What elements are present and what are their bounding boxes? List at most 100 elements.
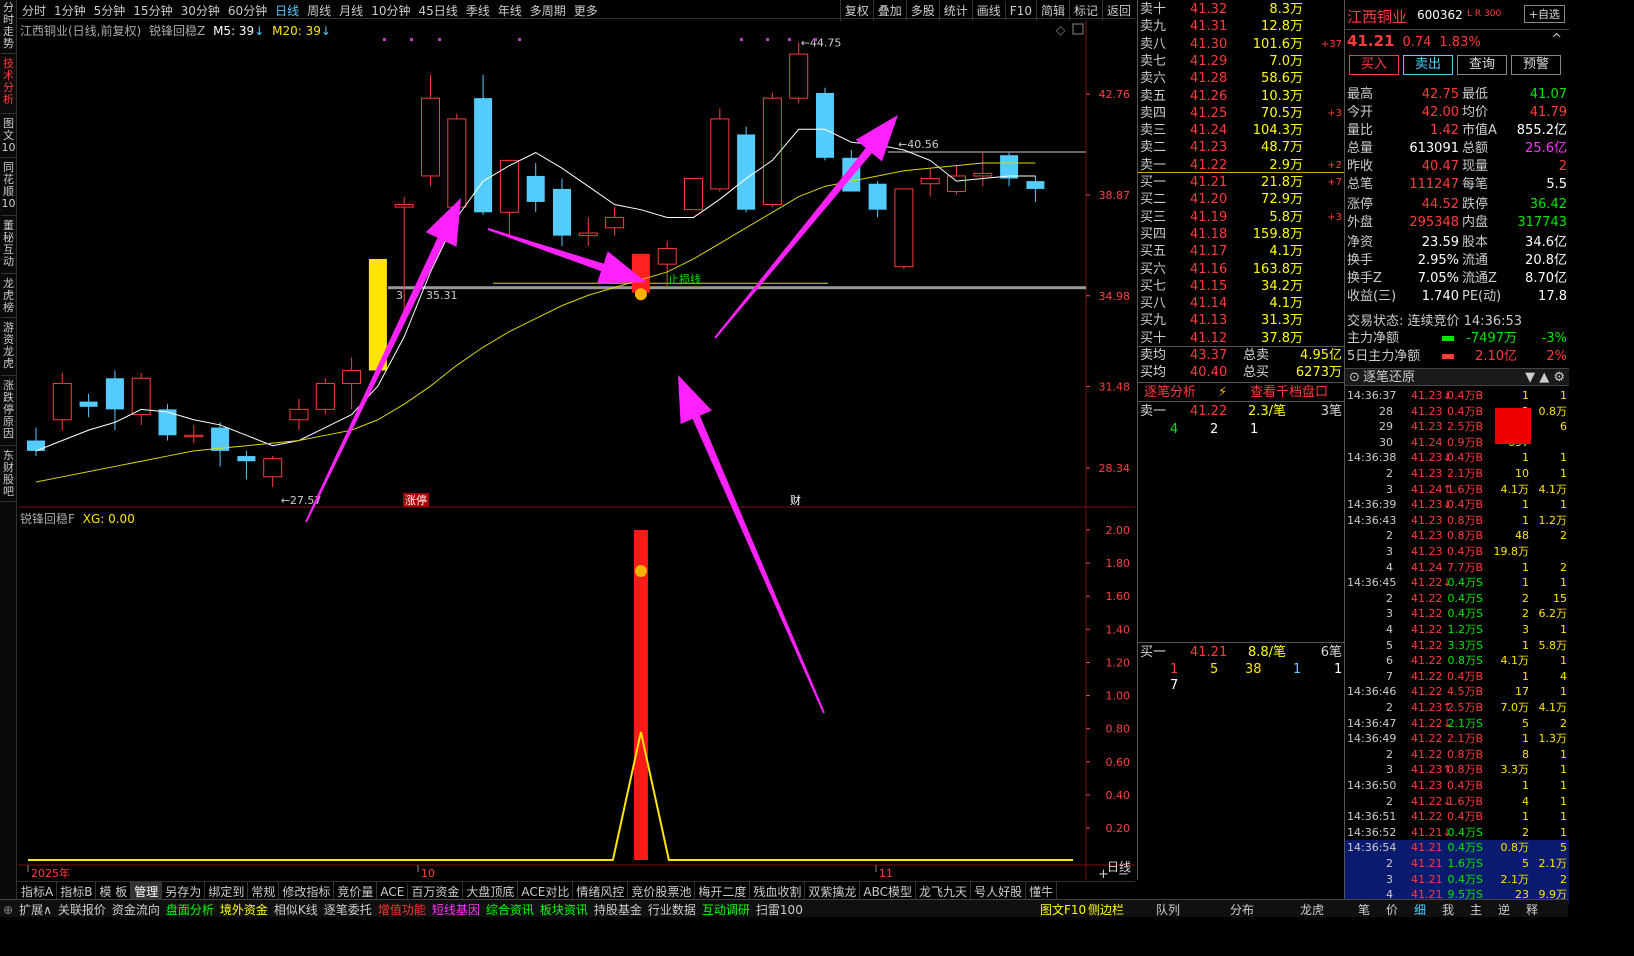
trade-button-1[interactable]: 卖出 bbox=[1403, 55, 1453, 75]
period-11[interactable]: 季线 bbox=[462, 0, 494, 21]
toolbar-button-1[interactable]: 叠加 bbox=[872, 0, 906, 21]
status-item-13[interactable]: 互动调研 bbox=[699, 900, 753, 917]
status-item-3[interactable]: 盘面分析 bbox=[163, 900, 217, 917]
indicator-tab-18[interactable]: ABC模型 bbox=[860, 882, 917, 899]
left-tab-6[interactable]: 游资龙虎 bbox=[1, 322, 16, 376]
left-tab-1[interactable]: 技术分析 bbox=[1, 58, 16, 114]
buy-level-3[interactable]: 买四 41.18 159.8万 bbox=[1138, 226, 1344, 243]
toolbar-button-6[interactable]: 简辑 bbox=[1035, 0, 1069, 21]
period-6[interactable]: 日线 bbox=[271, 0, 303, 21]
status-item-12[interactable]: 行业数据 bbox=[645, 900, 699, 917]
status-right-8[interactable]: 我 bbox=[1442, 901, 1454, 917]
period-2[interactable]: 5分钟 bbox=[90, 0, 130, 21]
indicator-tab-4[interactable]: 另存为 bbox=[162, 882, 206, 899]
indicator-tab-9[interactable]: ACE bbox=[377, 884, 409, 899]
left-tab-4[interactable]: 董秘互动 bbox=[1, 220, 16, 274]
status-item-7[interactable]: 增值功能 bbox=[375, 900, 429, 917]
indicator-tab-2[interactable]: 模 板 bbox=[96, 882, 132, 899]
status-right-0[interactable]: 图文F10 bbox=[1040, 901, 1086, 917]
indicator-tab-20[interactable]: 号人好股 bbox=[971, 882, 1027, 899]
status-item-9[interactable]: 综合资讯 bbox=[483, 900, 537, 917]
indicator-tab-3[interactable]: 管理 bbox=[131, 882, 163, 899]
period-10[interactable]: 45日线 bbox=[414, 0, 461, 21]
status-right-10[interactable]: 逆 bbox=[1498, 901, 1510, 917]
trade-button-0[interactable]: 买入 bbox=[1349, 55, 1399, 75]
chart-svg[interactable]: 42.76 38.87 34.98 31.48 28.34 2.00 1.80 1.60 1.4… bbox=[18, 20, 1135, 882]
sell-level-7[interactable]: 卖三 41.24 104.3万 bbox=[1138, 122, 1344, 139]
left-tab-0[interactable]: 分时走势 bbox=[1, 2, 16, 54]
status-right-2[interactable]: 队列 bbox=[1156, 901, 1180, 917]
left-tab-8[interactable]: 东财股吧 bbox=[1, 450, 16, 502]
status-item-11[interactable]: 持股基金 bbox=[591, 900, 645, 917]
toolbar-button-4[interactable]: 画线 bbox=[971, 0, 1005, 21]
indicator-tab-7[interactable]: 修改指标 bbox=[279, 882, 335, 899]
indicator-tab-8[interactable]: 竞价量 bbox=[334, 882, 378, 899]
left-tab-3[interactable]: 同花顺10 bbox=[1, 162, 16, 216]
expand-icon[interactable]: ⊕ bbox=[0, 902, 16, 917]
status-right-6[interactable]: 价 bbox=[1386, 901, 1398, 917]
status-right-3[interactable]: 分布 bbox=[1230, 901, 1254, 917]
status-item-8[interactable]: 短线基因 bbox=[429, 900, 483, 917]
period-13[interactable]: 多周期 bbox=[526, 0, 570, 21]
indicator-tab-10[interactable]: 百万资金 bbox=[408, 882, 464, 899]
indicator-tab-11[interactable]: 大盘顶底 bbox=[463, 882, 519, 899]
indicator-tab-0[interactable]: 指标A bbox=[18, 882, 58, 899]
buy-level-8[interactable]: 买九 41.13 31.3万 bbox=[1138, 312, 1344, 329]
status-item-5[interactable]: 相似K线 bbox=[271, 900, 321, 917]
period-14[interactable]: 更多 bbox=[570, 0, 602, 21]
indicator-tab-19[interactable]: 龙飞九天 bbox=[916, 882, 972, 899]
period-12[interactable]: 年线 bbox=[494, 0, 526, 21]
period-8[interactable]: 月线 bbox=[335, 0, 367, 21]
left-tab-2[interactable]: 图文10 bbox=[1, 118, 16, 158]
period-9[interactable]: 10分钟 bbox=[367, 0, 414, 21]
status-item-2[interactable]: 资金流向 bbox=[109, 900, 163, 917]
buy-level-2[interactable]: 买三 41.19 5.8万 +3 bbox=[1138, 209, 1344, 226]
tab-depth[interactable]: 查看千档盘口 bbox=[1250, 383, 1328, 403]
toolbar-button-3[interactable]: 统计 bbox=[938, 0, 972, 21]
left-tab-7[interactable]: 涨跌停原因 bbox=[1, 380, 16, 446]
sub-indicator-name[interactable]: 锐锋回稳F bbox=[20, 512, 75, 526]
indicator-tab-14[interactable]: 竞价股票池 bbox=[628, 882, 696, 899]
indicator-tab-5[interactable]: 绑定到 bbox=[205, 882, 249, 899]
indicator-tab-13[interactable]: 情绪风控 bbox=[573, 882, 629, 899]
kline-chart[interactable]: 42.76 38.87 34.98 31.48 28.34 2.00 1.80 1.60 1.4… bbox=[18, 20, 1135, 882]
sell-level-8[interactable]: 卖二 41.23 48.7万 bbox=[1138, 139, 1344, 156]
indicator-tab-12[interactable]: ACE对比 bbox=[518, 882, 574, 899]
toolbar-button-5[interactable]: F10 bbox=[1004, 2, 1036, 20]
sell-level-4[interactable]: 卖六 41.28 58.6万 bbox=[1138, 70, 1344, 87]
period-7[interactable]: 周线 bbox=[303, 0, 335, 21]
left-tab-5[interactable]: 龙虎榜 bbox=[1, 278, 16, 318]
indicator-name[interactable]: 锐锋回稳Z bbox=[149, 24, 205, 38]
indicator-tab-15[interactable]: 梅开二度 bbox=[695, 882, 751, 899]
status-item-1[interactable]: 关联报价 bbox=[55, 900, 109, 917]
toolbar-button-7[interactable]: 标记 bbox=[1068, 0, 1102, 21]
sell-level-3[interactable]: 卖七 41.29 7.0万 bbox=[1138, 53, 1344, 70]
period-3[interactable]: 15分钟 bbox=[129, 0, 176, 21]
buy-level-4[interactable]: 买五 41.17 4.1万 bbox=[1138, 243, 1344, 260]
status-item-14[interactable]: 扫雷100 bbox=[753, 900, 806, 917]
buy-level-6[interactable]: 买七 41.15 34.2万 bbox=[1138, 278, 1344, 295]
sell-level-2[interactable]: 卖八 41.30 101.6万 +37 bbox=[1138, 36, 1344, 53]
sell-level-1[interactable]: 卖九 41.31 12.8万 bbox=[1138, 18, 1344, 35]
toolbar-button-2[interactable]: 多股 bbox=[905, 0, 939, 21]
tab-analysis[interactable]: 逐笔分析 bbox=[1144, 383, 1196, 403]
status-item-10[interactable]: 板块资讯 bbox=[537, 900, 591, 917]
status-right-1[interactable]: 侧边栏 bbox=[1088, 901, 1124, 917]
buy-level-0[interactable]: 买一 41.21 21.8万 +7 bbox=[1138, 174, 1344, 191]
chevron-icon[interactable]: ^ bbox=[1551, 32, 1562, 47]
indicator-tab-6[interactable]: 常规 bbox=[248, 882, 280, 899]
indicator-tab-17[interactable]: 双紫擒龙 bbox=[805, 882, 861, 899]
period-0[interactable]: 分时 bbox=[18, 0, 50, 21]
add-watchlist-button[interactable]: +自选 bbox=[1523, 5, 1565, 23]
indicator-tab-21[interactable]: 懂牛 bbox=[1026, 882, 1058, 899]
buy-level-1[interactable]: 买二 41.20 72.9万 bbox=[1138, 191, 1344, 208]
sell-level-0[interactable]: 卖十 41.32 8.3万 bbox=[1138, 1, 1344, 18]
period-5[interactable]: 60分钟 bbox=[224, 0, 271, 21]
status-right-5[interactable]: 笔 bbox=[1358, 901, 1370, 917]
buy-level-5[interactable]: 买六 41.16 163.8万 bbox=[1138, 261, 1344, 278]
period-4[interactable]: 30分钟 bbox=[177, 0, 224, 21]
status-item-0[interactable]: 扩展∧ bbox=[16, 900, 55, 917]
status-right-11[interactable]: 释 bbox=[1526, 901, 1538, 917]
buy-level-7[interactable]: 买八 41.14 4.1万 bbox=[1138, 295, 1344, 312]
status-right-7[interactable]: 细 bbox=[1414, 901, 1426, 917]
